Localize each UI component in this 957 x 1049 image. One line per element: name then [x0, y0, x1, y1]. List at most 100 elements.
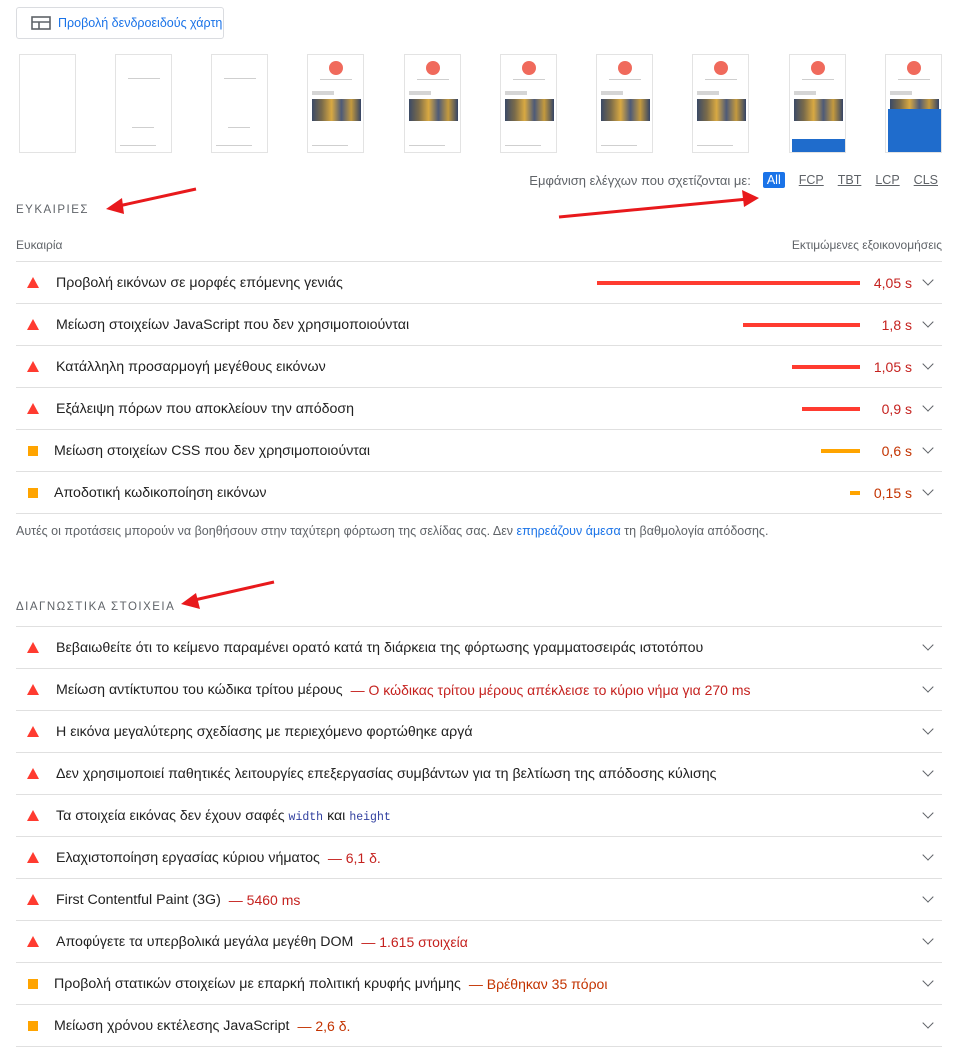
diagnostic-detail: — 2,6 δ. — [297, 1017, 351, 1034]
diagnostic-row[interactable]: Αποφύγετε τα υπερβολικά μεγάλα μεγέθη DO… — [16, 920, 942, 962]
savings-bar — [792, 365, 860, 369]
average-square-icon — [16, 978, 52, 989]
filter-chip-tbt[interactable]: TBT — [838, 173, 862, 187]
filmstrip-photo — [601, 99, 650, 121]
savings-bar — [850, 491, 860, 495]
fail-triangle-icon — [16, 277, 52, 288]
fail-triangle-icon — [16, 726, 52, 737]
fail-triangle-icon — [16, 403, 52, 414]
diagnostic-detail: — 6,1 δ. — [327, 849, 381, 866]
fail-triangle-icon — [16, 642, 52, 653]
chevron-down-icon[interactable] — [922, 765, 934, 777]
diagnostic-row[interactable]: Ελαχιστοποίηση εργασίας κύριου νήματος — … — [16, 836, 942, 878]
savings-value: 0,15 s — [873, 484, 912, 501]
diagnostics-section-title: ΔΙΑΓΝΩΣΤΙΚΑ ΣΤΟΙΧΕΙΑ — [16, 601, 176, 613]
filmstrip-logo-icon — [811, 61, 825, 75]
diagnostic-row[interactable]: Δεν χρησιμοποιεί παθητικές λειτουργίες ε… — [16, 752, 942, 794]
filmstrip-frame — [596, 54, 653, 153]
chevron-down-icon[interactable] — [922, 400, 934, 412]
average-square-icon — [16, 445, 52, 456]
diagnostic-row[interactable]: Βεβαιωθείτε ότι το κείμενο παραμένει ορα… — [16, 626, 942, 668]
chevron-down-icon[interactable] — [922, 849, 934, 861]
view-treemap-button[interactable]: Προβολή δενδροειδούς χάρτη — [16, 7, 224, 39]
diagnostic-row[interactable]: Τα στοιχεία εικόνας δεν έχουν σαφές width… — [16, 794, 942, 836]
filmstrip — [16, 54, 946, 156]
filmstrip-logo-icon — [618, 61, 632, 75]
average-square-icon — [16, 1020, 52, 1031]
filmstrip-logo-icon — [329, 61, 343, 75]
chevron-down-icon[interactable] — [922, 442, 934, 454]
opportunity-title: Αποδοτική κωδικοποίηση εικόνων — [54, 484, 267, 501]
opportunity-title: Κατάλληλη προσαρμογή μεγέθους εικόνων — [56, 358, 326, 375]
filmstrip-logo-icon — [907, 61, 921, 75]
chevron-down-icon[interactable] — [922, 891, 934, 903]
filmstrip-photo — [697, 99, 746, 121]
filmstrip-frame — [404, 54, 461, 153]
diagnostic-row[interactable]: Η εικόνα μεγαλύτερης σχεδίασης με περιεχ… — [16, 710, 942, 752]
filter-chip-all[interactable]: All — [762, 172, 785, 188]
chevron-down-icon[interactable] — [922, 933, 934, 945]
filmstrip-photo — [312, 99, 361, 121]
filmstrip-frame — [211, 54, 268, 153]
opportunity-row[interactable]: Μείωση στοιχείων JavaScript που δεν χρησ… — [16, 303, 942, 345]
chevron-down-icon[interactable] — [922, 975, 934, 987]
chevron-down-icon[interactable] — [922, 1017, 934, 1029]
diagnostic-title: Μείωση αντίκτυπου του κώδικα τρίτου μέρο… — [56, 681, 343, 698]
chevron-down-icon[interactable] — [922, 316, 934, 328]
savings-value: 0,9 s — [881, 400, 912, 417]
opportunity-column-header: Ευκαιρία — [16, 238, 63, 252]
savings-bar — [743, 323, 860, 327]
opportunity-row[interactable]: Αποδοτική κωδικοποίηση εικόνων 0,15 s — [16, 471, 942, 513]
opportunity-row[interactable]: Μείωση στοιχείων CSS που δεν χρησιμοποιο… — [16, 429, 942, 471]
savings-value: 4,05 s — [873, 274, 912, 291]
filter-label: Εμφάνιση ελέγχων που σχετίζονται με: — [529, 172, 751, 188]
diagnostic-detail: — 1.615 στοιχεία — [361, 933, 468, 950]
treemap-icon — [31, 16, 51, 30]
filmstrip-frame — [115, 54, 172, 153]
diagnostic-title: Ελαχιστοποίηση εργασίας κύριου νήματος — [56, 849, 320, 866]
filmstrip-logo-icon — [426, 61, 440, 75]
fail-triangle-icon — [16, 894, 52, 905]
score-calculator-link[interactable]: επηρεάζουν άμεσα — [517, 524, 621, 538]
diagnostic-row[interactable]: Μείωση χρόνου εκτέλεσης JavaScript — 2,6 … — [16, 1004, 942, 1046]
diagnostic-title: Τα στοιχεία εικόνας δεν έχουν σαφές width… — [56, 807, 391, 824]
filmstrip-photo — [409, 99, 458, 121]
filmstrip-frame — [307, 54, 364, 153]
opportunity-row[interactable]: Κατάλληλη προσαρμογή μεγέθους εικόνων 1,0… — [16, 345, 942, 387]
diagnostic-detail: — Βρέθηκαν 35 πόροι — [468, 975, 608, 992]
filter-chip-fcp[interactable]: FCP — [799, 173, 824, 187]
filter-chip-lcp[interactable]: LCP — [875, 173, 899, 187]
chevron-down-icon[interactable] — [922, 274, 934, 286]
diagnostic-row[interactable]: First Contentful Paint (3G) — 5460 ms — [16, 878, 942, 920]
chevron-down-icon[interactable] — [922, 358, 934, 370]
filmstrip-frame — [789, 54, 846, 153]
diagnostic-detail: — Ο κώδικας τρίτου μέρους απέκλεισε το κ… — [350, 681, 751, 698]
audit-filter: Εμφάνιση ελέγχων που σχετίζονται με: All… — [529, 172, 938, 188]
chevron-down-icon[interactable] — [922, 484, 934, 496]
annotation-arrow-filter — [558, 190, 759, 219]
fail-triangle-icon — [16, 361, 52, 372]
opportunity-row[interactable]: Εξάλειψη πόρων που αποκλείουν την απόδοσ… — [16, 387, 942, 429]
opportunity-title: Προβολή εικόνων σε μορφές επόμενης γενιά… — [56, 274, 343, 291]
diagnostic-detail: — 5460 ms — [228, 891, 301, 908]
savings-bar — [802, 407, 860, 411]
chevron-down-icon[interactable] — [922, 681, 934, 693]
filmstrip-frame — [500, 54, 557, 153]
opportunities-footnote: Αυτές οι προτάσεις μπορούν να βοηθήσουν … — [16, 524, 769, 538]
filmstrip-logo-icon — [714, 61, 728, 75]
opportunity-row[interactable]: Προβολή εικόνων σε μορφές επόμενης γενιά… — [16, 261, 942, 303]
view-treemap-label: Προβολή δενδροειδούς χάρτη — [58, 16, 223, 30]
savings-value: 1,05 s — [873, 358, 912, 375]
filter-chip-cls[interactable]: CLS — [914, 173, 938, 187]
opportunity-title: Μείωση στοιχείων JavaScript που δεν χρησ… — [56, 316, 410, 333]
chevron-down-icon[interactable] — [922, 723, 934, 735]
savings-bar — [821, 449, 860, 453]
fail-triangle-icon — [16, 684, 52, 695]
chevron-down-icon[interactable] — [922, 807, 934, 819]
filmstrip-photo — [794, 99, 843, 121]
diagnostic-title: Δεν χρησιμοποιεί παθητικές λειτουργίες ε… — [56, 765, 717, 782]
diagnostic-row[interactable]: Προβολή στατικών στοιχείων με επαρκή πολ… — [16, 962, 942, 1004]
diagnostic-row[interactable]: Μείωση αντίκτυπου του κώδικα τρίτου μέρο… — [16, 668, 942, 710]
diagnostics-list: Βεβαιωθείτε ότι το κείμενο παραμένει ορα… — [16, 626, 942, 1047]
chevron-down-icon[interactable] — [922, 639, 934, 651]
